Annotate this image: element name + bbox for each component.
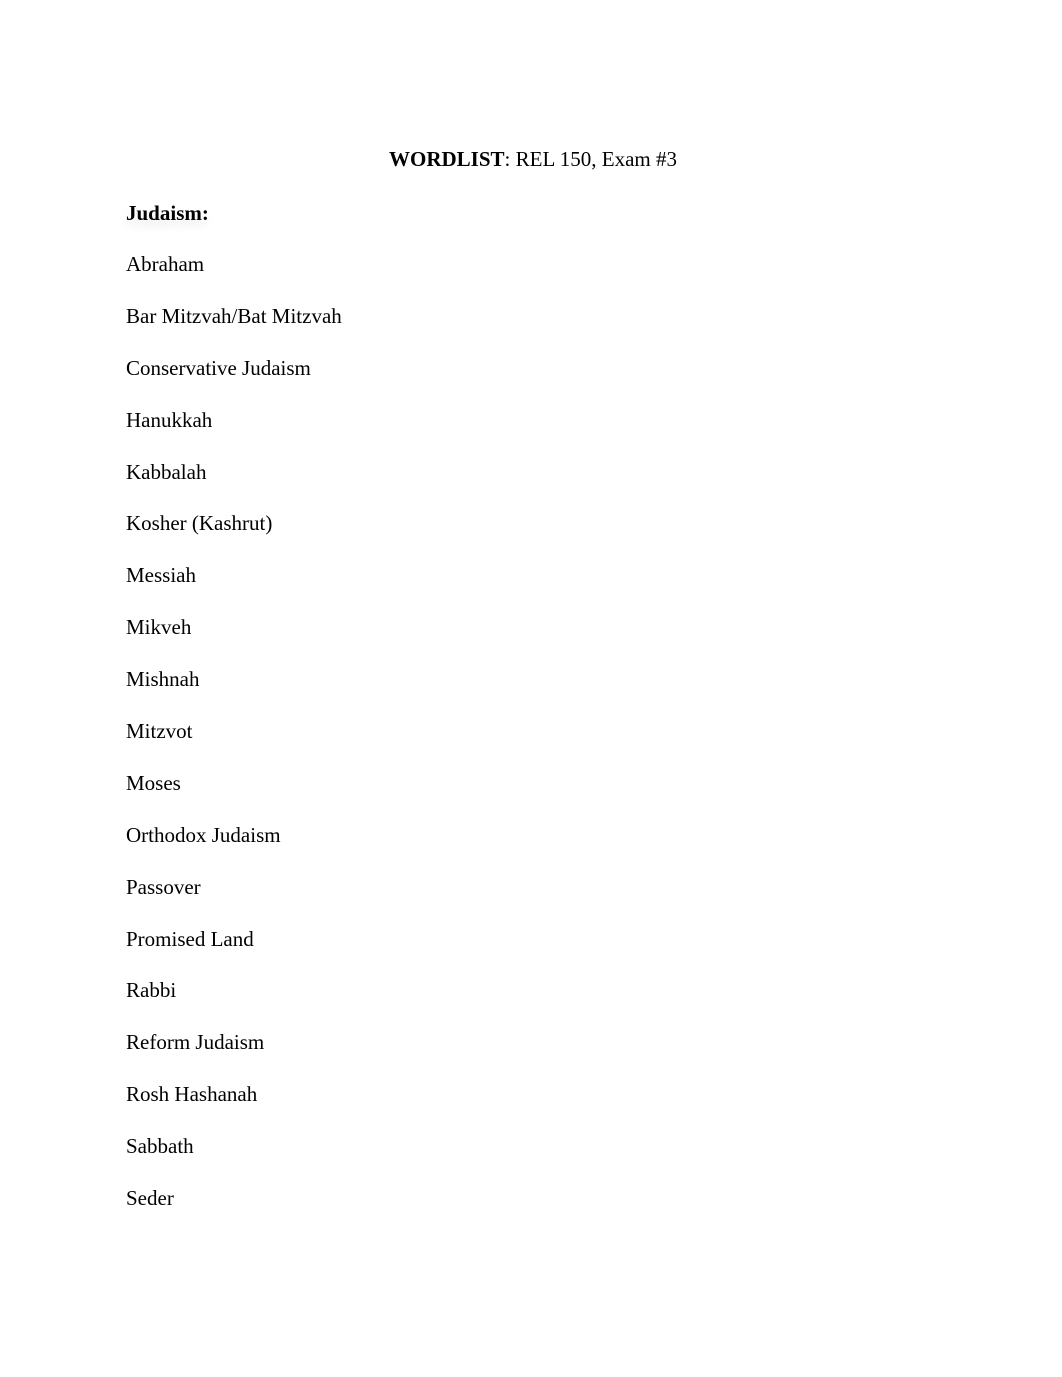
title-rest: : REL 150, Exam #3 bbox=[504, 147, 677, 171]
document-title: WORDLIST: REL 150, Exam #3 bbox=[0, 146, 1062, 172]
term-item: Kosher (Kashrut) bbox=[126, 511, 273, 536]
title-bold-part: WORDLIST bbox=[389, 147, 505, 171]
term-item: Mishnah bbox=[126, 667, 200, 692]
term-item: Abraham bbox=[126, 252, 205, 276]
term-item: Passover bbox=[126, 874, 201, 899]
term-item: Rabbi bbox=[126, 978, 177, 1003]
term-item: Moses bbox=[126, 770, 181, 795]
term-list: Abraham Bar Mitzvah/Bat Mitzvah Conserva… bbox=[126, 251, 342, 1237]
term-item: Promised Land bbox=[126, 926, 254, 951]
term-item: Kabbalah bbox=[126, 459, 207, 484]
term-item: Hanukkah bbox=[126, 407, 213, 432]
term-item: Reform Judaism bbox=[126, 1030, 265, 1055]
document-page: WORDLIST: REL 150, Exam #3 Judaism: Abra… bbox=[0, 0, 1062, 1377]
term-item: Mitzvot bbox=[126, 719, 193, 744]
term-item: Seder bbox=[126, 1186, 174, 1211]
term-item: Conservative Judaism bbox=[126, 355, 311, 380]
term-item: Orthodox Judaism bbox=[126, 822, 281, 847]
term-item: Bar Mitzvah/Bat Mitzvah bbox=[126, 303, 342, 328]
section-heading-judaism: Judaism: bbox=[126, 201, 209, 225]
term-item: Messiah bbox=[126, 563, 196, 588]
term-item: Sabbath bbox=[126, 1134, 194, 1159]
term-item: Mikveh bbox=[126, 615, 192, 640]
term-item: Rosh Hashanah bbox=[126, 1082, 258, 1107]
